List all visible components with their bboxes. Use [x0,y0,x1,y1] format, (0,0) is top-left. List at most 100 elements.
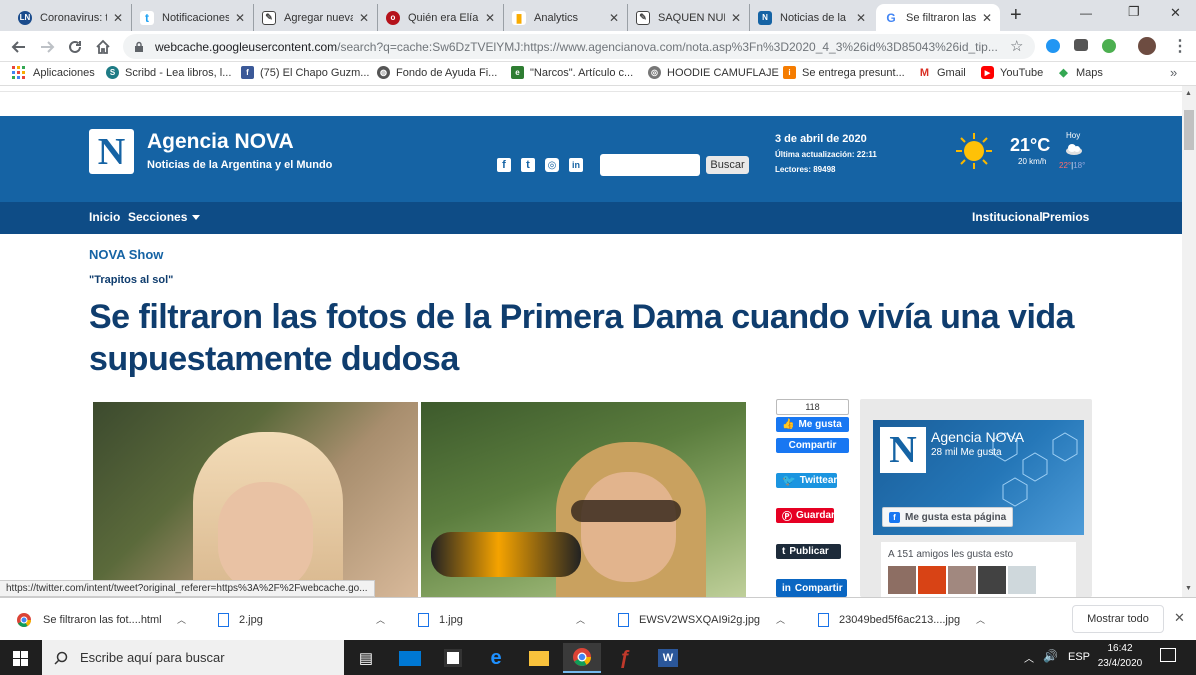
chrome-menu-icon[interactable]: ⋮ [1172,36,1188,56]
bookmark-item[interactable]: M Gmail [918,66,966,79]
browser-tab[interactable]: ✎ SAQUEN NUM ✕ [628,4,750,31]
linkedin-icon[interactable]: in [569,158,583,172]
browser-tab[interactable]: N Noticias de la ✕ [750,4,874,31]
mail-app-icon[interactable] [391,643,429,673]
back-button[interactable] [8,36,30,58]
browser-tab[interactable]: LN Coronavirus: tr ✕ [10,4,132,31]
bookmark-item[interactable]: i Se entrega presunt... [783,66,905,79]
bookmark-item[interactable]: f (75) El Chapo Guzm... [241,66,369,79]
tab-close-icon[interactable]: ✕ [235,11,245,25]
nav-item-inicio[interactable]: Inicio [89,210,120,224]
extension-vpn-icon[interactable] [1102,39,1116,53]
site-search-button[interactable]: Buscar [706,156,749,174]
windows-start-icon[interactable] [13,651,28,666]
pinterest-save-button[interactable]: Ⓟ Guardar [776,508,835,523]
facebook-icon[interactable]: f [497,158,511,172]
chevron-up-icon[interactable]: ︿ [177,613,186,626]
volume-icon[interactable]: 🔊 [1043,649,1058,663]
new-tab-button[interactable]: + [1010,4,1022,27]
widget-cover[interactable]: N Agencia NOVA 28 mil Me gusta f Me gust… [873,420,1084,535]
chevron-up-icon[interactable]: ︿ [976,613,985,626]
widget-page-name[interactable]: Agencia NOVA [931,429,1024,445]
tab-close-icon[interactable]: ✕ [359,11,369,25]
friend-avatar[interactable] [978,566,1006,594]
browser-tab[interactable]: ▮ Analytics ✕ [504,4,628,31]
download-item[interactable]: 1.jpg [418,607,463,633]
bookmark-item[interactable]: ◎ HOODIE CAMUFLAJE [648,66,779,79]
site-search-input[interactable] [600,154,700,176]
browser-tab-active[interactable]: G Se filtraron las ✕ [876,4,1000,31]
close-download-bar-icon[interactable]: ✕ [1174,610,1185,626]
url-bar[interactable]: webcache.googleusercontent.com/search?q=… [123,34,1035,59]
nav-item-institucional[interactable]: Institucional [972,210,1043,224]
chevron-up-icon[interactable]: ︿ [576,613,585,626]
bookmark-item[interactable]: ◆ Maps [1057,66,1103,79]
linkedin-share-button[interactable]: in Compartir [776,579,847,597]
edge-browser-icon[interactable]: e [477,643,515,673]
twitter-icon[interactable]: t [521,158,535,172]
instagram-icon[interactable]: ◎ [545,158,559,172]
reload-button[interactable] [64,36,86,58]
extension-download-icon[interactable] [1046,39,1060,53]
chevron-up-icon[interactable]: ︿ [376,613,385,626]
nav-item-secciones[interactable]: Secciones [128,210,201,224]
download-item[interactable]: 2.jpg [218,607,263,633]
friend-avatar[interactable] [948,566,976,594]
tab-close-icon[interactable]: ✕ [856,11,866,25]
site-logo[interactable]: N [89,129,134,174]
bookmark-apps[interactable]: Aplicaciones [12,66,95,79]
site-name[interactable]: Agencia NOVA [147,130,294,154]
taskbar-search-box[interactable]: Escribe aquí para buscar [42,640,344,675]
minimize-button[interactable]: — [1080,6,1092,20]
bookmark-item[interactable]: ◍ Fondo de Ayuda Fi... [377,66,497,79]
scroll-down-icon[interactable]: ▼ [1185,585,1192,592]
twitter-share-button[interactable]: 🐦 Twittear [776,473,837,488]
article-photo-left[interactable] [93,402,418,597]
word-app-icon[interactable]: W [649,643,687,673]
bookmark-star-icon[interactable]: ☆ [1010,37,1023,55]
extension-printer-icon[interactable] [1074,39,1088,51]
task-view-icon[interactable]: ▤ [347,643,385,673]
clock-time[interactable]: 16:42 [1098,643,1142,654]
nav-item-premios[interactable]: Premios [1042,210,1089,224]
section-label[interactable]: NOVA Show [89,247,163,262]
bookmark-item[interactable]: S Scribd - Lea libros, l... [106,66,231,79]
download-item[interactable]: EWSV2WSXQAI9i2g.jpg [618,607,760,633]
tumblr-post-button[interactable]: t Publicar [776,544,841,559]
show-all-button[interactable]: Mostrar todo [1072,605,1164,633]
bookmark-item[interactable]: ▶ YouTube [981,66,1043,79]
friend-avatar[interactable] [918,566,946,594]
facebook-like-button[interactable]: 👍 Me gusta [776,417,849,432]
widget-like-page-button[interactable]: f Me gusta esta página [882,507,1014,527]
tab-close-icon[interactable]: ✕ [485,11,495,25]
bookmark-item[interactable]: e "Narcos". Artículo c... [511,66,633,79]
language-indicator[interactable]: ESP [1068,651,1090,663]
store-app-icon[interactable] [434,643,472,673]
scroll-up-icon[interactable]: ▲ [1185,90,1192,97]
browser-tab[interactable]: o Quién era Elía ✕ [378,4,504,31]
more-bookmarks-icon[interactable]: » [1170,65,1177,80]
tab-close-icon[interactable]: ✕ [609,11,619,25]
maximize-button[interactable]: ❐ [1128,4,1140,20]
facebook-share-button[interactable]: Compartir [776,438,849,453]
tab-close-icon[interactable]: ✕ [982,11,992,25]
chrome-taskbar-icon[interactable] [563,643,601,673]
tray-chevron-icon[interactable]: ︿ [1024,650,1034,665]
forward-button[interactable] [36,36,58,58]
download-item[interactable]: Se filtraron las fot....html [17,607,162,633]
tab-close-icon[interactable]: ✕ [731,11,741,25]
tab-close-icon[interactable]: ✕ [113,11,123,25]
chevron-up-icon[interactable]: ︿ [776,613,785,626]
widget-logo[interactable]: N [880,427,926,473]
browser-tab[interactable]: ✎ Agregar nueva ✕ [254,4,378,31]
file-explorer-icon[interactable] [520,643,558,673]
profile-avatar[interactable] [1138,37,1156,55]
window-close-button[interactable]: ✕ [1170,5,1181,21]
scrollbar-thumb[interactable] [1184,110,1194,150]
article-photo-right[interactable] [421,402,746,597]
page-scrollbar[interactable]: ▲ ▼ [1182,86,1196,597]
browser-tab[interactable]: t Notificaciones ✕ [132,4,254,31]
clock-date[interactable]: 23/4/2020 [1094,658,1146,669]
download-item[interactable]: 23049bed5f6ac213....jpg [818,607,960,633]
notifications-icon[interactable] [1160,648,1176,662]
